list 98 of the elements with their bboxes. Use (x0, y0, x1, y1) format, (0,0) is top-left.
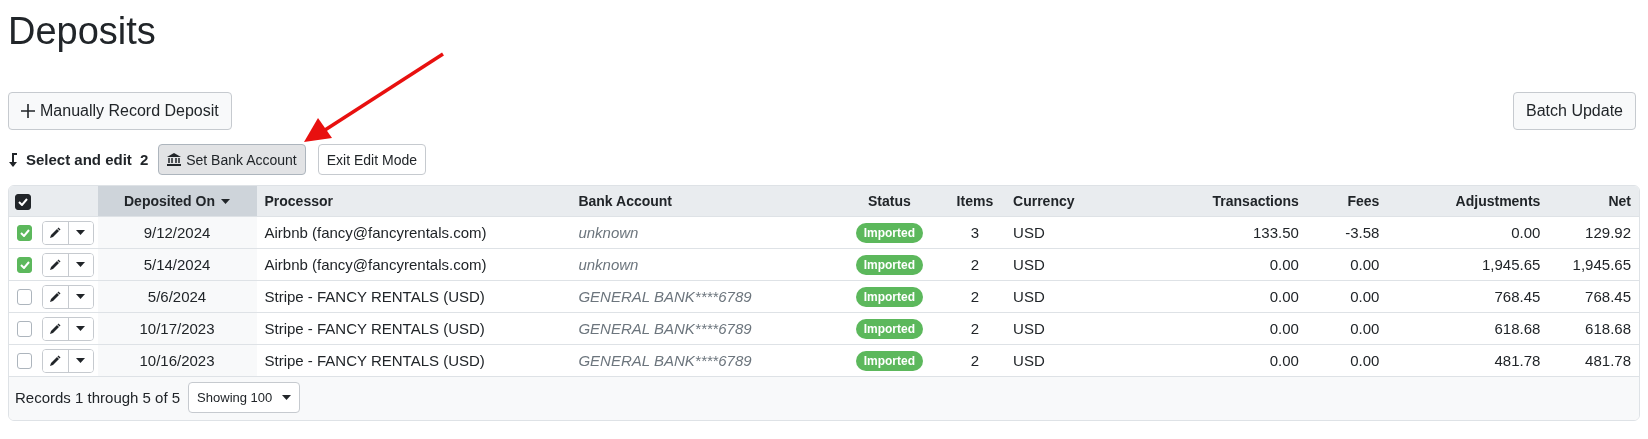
table-cell: 0.00 (1306, 344, 1388, 377)
selected-count: 2 (139, 151, 149, 168)
table-cell: 0.00 (1115, 344, 1307, 377)
row-action-group[interactable] (42, 348, 94, 373)
caret-icon (76, 358, 85, 363)
table-cell: 9/12/2024 (97, 216, 257, 249)
table-cell: unknown (570, 216, 835, 249)
table-cell: 10/16/2023 (97, 344, 257, 377)
table-cell: 1,945.65 (1548, 248, 1639, 281)
records-count: Records 1 through 5 of 5 (15, 389, 181, 406)
table-cell: 768.45 (1387, 280, 1549, 313)
pencil-icon (49, 226, 62, 239)
table-cell: 2 (944, 344, 1006, 377)
row-checkbox[interactable] (17, 288, 33, 305)
table-cell: 5/14/2024 (97, 248, 257, 281)
select-and-edit-label: Select and edit (26, 151, 132, 168)
table-cell: USD (1005, 248, 1116, 281)
pencil-icon (49, 354, 62, 367)
status-badge: Imported (855, 318, 924, 339)
bank-icon (167, 153, 182, 166)
table-cell: unknown (570, 248, 835, 281)
exit-edit-mode-button[interactable]: Exit Edit Mode (317, 144, 426, 175)
table-cell: 2 (944, 248, 1006, 281)
row-checkbox[interactable] (17, 224, 33, 241)
table-cell: 0.00 (1306, 312, 1388, 345)
table-cell: GENERAL BANK****6789 (570, 312, 835, 345)
table-cell: USD (1005, 312, 1116, 345)
table-cell: 10/17/2023 (97, 312, 257, 345)
table-cell: Airbnb (fancy@fancyrentals.com) (256, 248, 571, 281)
caret-icon (76, 294, 85, 299)
table-cell: 5/6/2024 (97, 280, 257, 313)
table-cell: USD (1005, 280, 1116, 313)
table-cell: Stripe - FANCY RENTALS (USD) (256, 344, 571, 377)
turn-down-arrow-icon (8, 151, 18, 168)
table-cell: -3.58 (1306, 216, 1388, 249)
table-cell: 1,945.65 (1387, 248, 1549, 281)
table-cell: 0.00 (1115, 312, 1307, 345)
row-action-group[interactable] (42, 284, 94, 309)
table-cell: 129.92 (1548, 216, 1639, 249)
table-cell: Stripe - FANCY RENTALS (USD) (256, 312, 571, 345)
row-action-group[interactable] (42, 220, 94, 245)
status-badge: Imported (855, 286, 924, 307)
row-action-group[interactable] (42, 316, 94, 341)
sort-caret-icon (221, 198, 230, 204)
check-icon (19, 228, 30, 237)
status-badge: Imported (855, 254, 924, 275)
table-cell: 2 (944, 312, 1006, 345)
column-header[interactable]: Fees (1306, 186, 1388, 217)
plus-icon (21, 104, 35, 118)
table-cell: 618.68 (1548, 312, 1639, 345)
caret-icon (76, 262, 85, 267)
row-checkbox[interactable] (17, 352, 33, 369)
caret-icon (76, 230, 85, 235)
table-cell: 481.78 (1387, 344, 1549, 377)
check-icon (18, 197, 28, 206)
table-cell: USD (1005, 344, 1116, 377)
caret-icon (282, 395, 292, 400)
column-header[interactable]: Bank Account (570, 186, 835, 217)
pencil-icon (49, 290, 62, 303)
row-checkbox[interactable] (17, 320, 33, 337)
pencil-icon (49, 322, 62, 335)
table-cell: 2 (944, 280, 1006, 313)
table-cell: 0.00 (1115, 248, 1307, 281)
table-cell: Stripe - FANCY RENTALS (USD) (256, 280, 571, 313)
select-all-checkbox[interactable] (15, 193, 31, 210)
column-header[interactable]: Net (1548, 186, 1639, 217)
table-cell: 3 (944, 216, 1006, 249)
record-deposit-button[interactable]: Manually Record Deposit (8, 92, 232, 130)
caret-icon (76, 326, 85, 331)
column-header[interactable]: Transactions (1115, 186, 1307, 217)
status-badge: Imported (855, 222, 924, 243)
pencil-icon (49, 258, 62, 271)
status-badge: Imported (855, 350, 924, 371)
column-header[interactable]: Currency (1005, 186, 1116, 217)
table-cell: 0.00 (1115, 280, 1307, 313)
table-cell: 0.00 (1306, 248, 1388, 281)
table-cell: GENERAL BANK****6789 (570, 344, 835, 377)
table-cell: 768.45 (1548, 280, 1639, 313)
table-cell: 133.50 (1115, 216, 1307, 249)
table-cell: 0.00 (1387, 216, 1549, 249)
check-icon (19, 260, 30, 269)
row-action-group[interactable] (42, 252, 94, 277)
row-checkbox[interactable] (17, 256, 33, 273)
table-cell: Airbnb (fancy@fancyrentals.com) (256, 216, 571, 249)
table-cell: GENERAL BANK****6789 (570, 280, 835, 313)
set-bank-account-button[interactable]: Set Bank Account (158, 144, 306, 175)
column-header[interactable]: Processor (256, 186, 571, 217)
column-header[interactable]: Items (944, 186, 1006, 217)
table-cell: USD (1005, 216, 1116, 249)
page-title: Deposits (8, 9, 157, 54)
column-header[interactable]: Adjustments (1387, 186, 1549, 217)
column-header[interactable]: Status (834, 186, 945, 217)
table-cell: 618.68 (1387, 312, 1549, 345)
table-cell: 0.00 (1306, 280, 1388, 313)
page-size-dropdown[interactable]: Showing 100 (188, 382, 301, 413)
batch-update-button[interactable]: Batch Update (1513, 92, 1636, 130)
table-cell: 481.78 (1548, 344, 1639, 377)
column-header[interactable]: Deposited On (97, 186, 257, 217)
